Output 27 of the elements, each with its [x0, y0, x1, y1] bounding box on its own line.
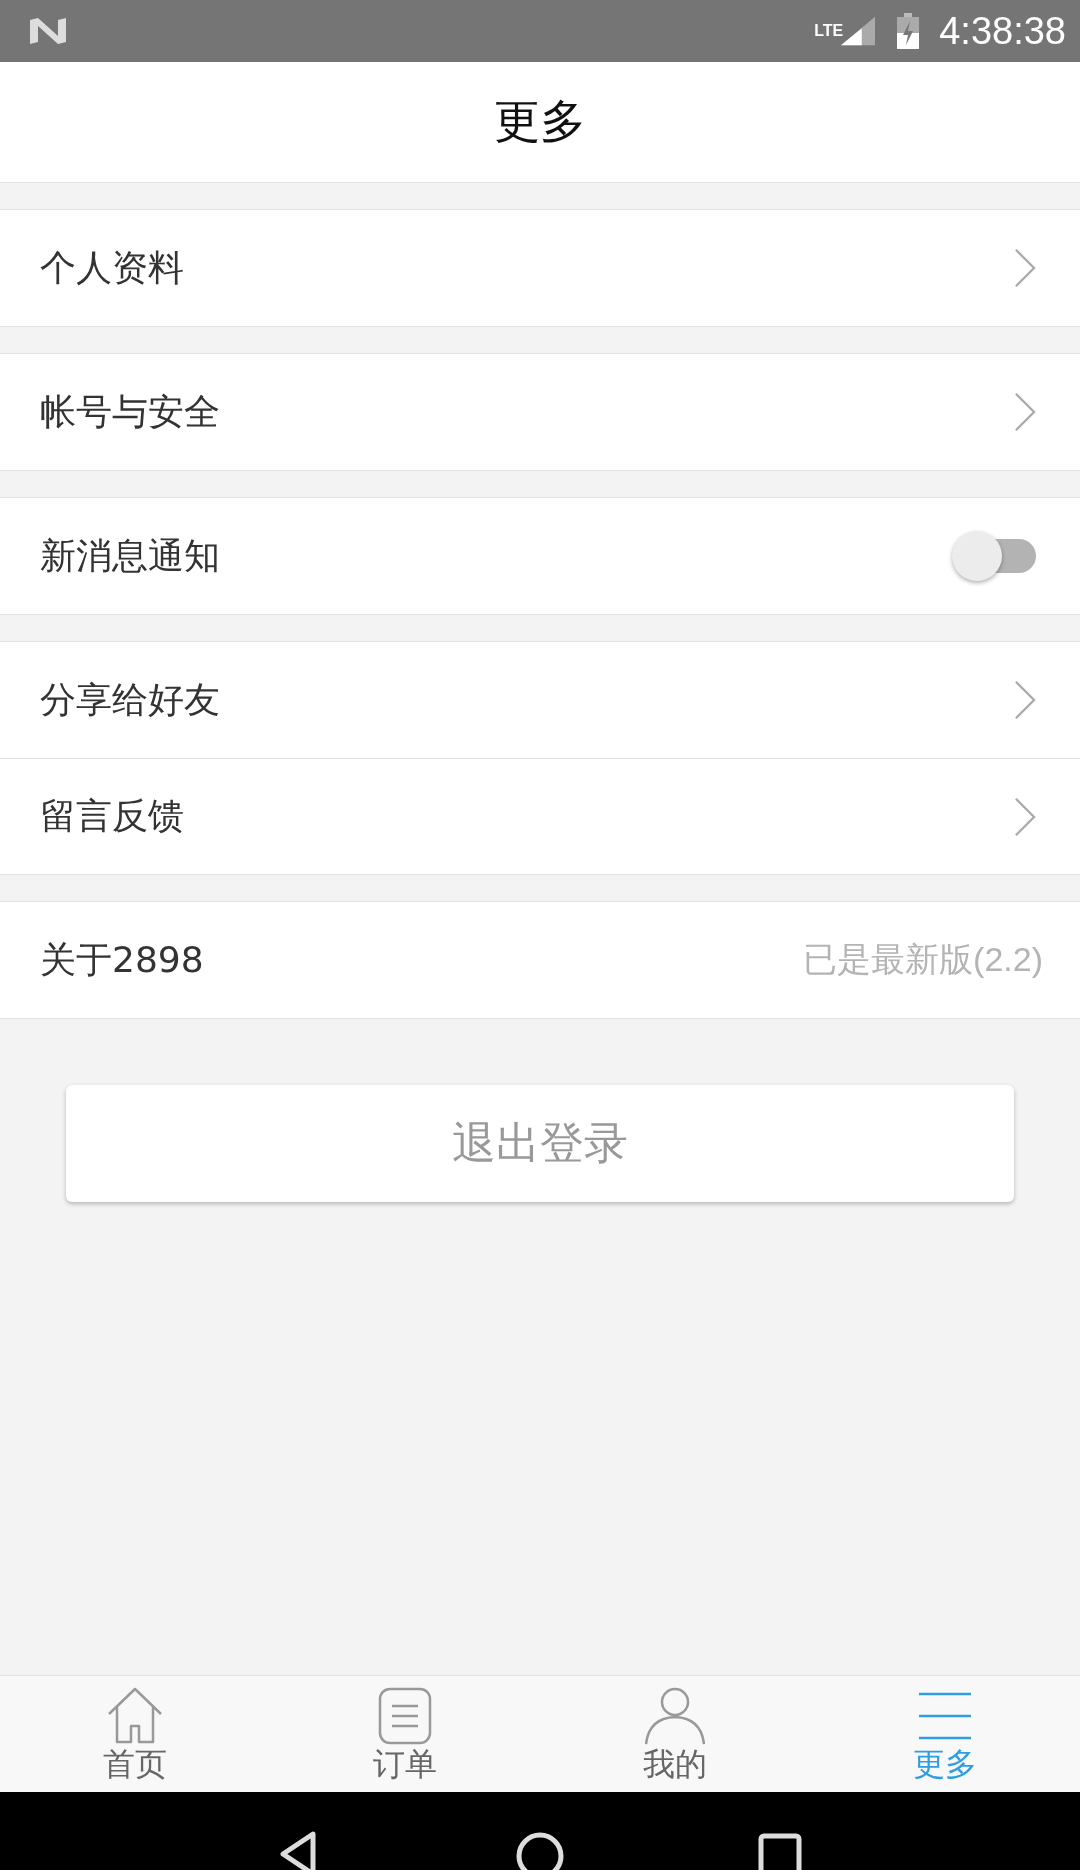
settings-row[interactable]: 个人资料 [0, 210, 1080, 326]
row-label: 留言反馈 [40, 794, 184, 838]
chevron-icon [1014, 392, 1036, 432]
chevron-icon [1014, 248, 1036, 288]
row-label: 关于2898 [40, 937, 204, 982]
chevron-icon [1014, 680, 1036, 720]
settings-row[interactable]: 留言反馈 [0, 758, 1080, 874]
signal-icon [841, 16, 876, 46]
person-icon [645, 1686, 705, 1746]
battery-icon [897, 13, 920, 49]
row-label: 新消息通知 [40, 533, 220, 578]
network-label: LTE [814, 21, 844, 40]
page-title: 更多 [494, 93, 586, 150]
row-label: 个人资料 [40, 245, 184, 290]
settings-row[interactable]: 帐号与安全 [0, 354, 1080, 470]
logo-icon [28, 16, 68, 46]
version-text: 已是最新版(2.2) [803, 939, 1043, 980]
clock: 4:38:38 [939, 9, 1066, 53]
row-label: 分享给好友 [40, 677, 220, 722]
chevron-icon [1014, 796, 1036, 837]
tab[interactable]: 订单 [270, 1676, 540, 1792]
home-button-icon[interactable] [515, 1830, 565, 1870]
row-label: 帐号与安全 [40, 389, 220, 434]
settings-row[interactable]: 新消息通知 [0, 498, 1080, 614]
tab[interactable]: 我的 [540, 1676, 810, 1792]
tab[interactable]: 首页 [0, 1676, 270, 1792]
settings-row[interactable]: 分享给好友 [0, 642, 1080, 758]
